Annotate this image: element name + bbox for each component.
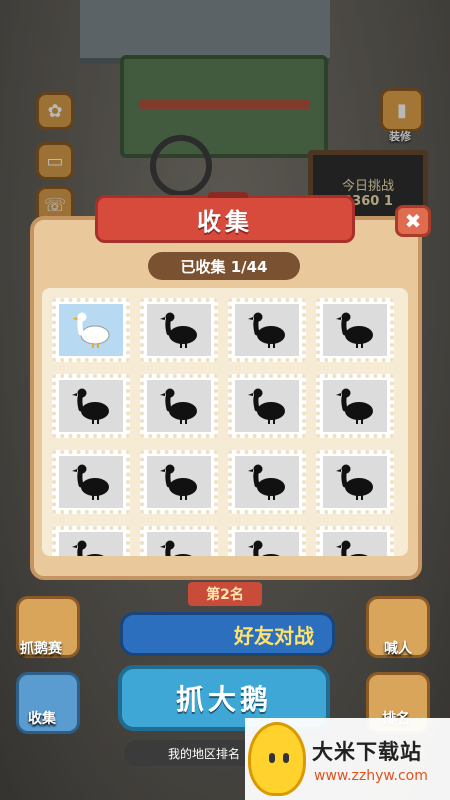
- stamp-locked-silhouette[interactable]: [52, 526, 130, 556]
- stamp-locked-silhouette[interactable]: [228, 374, 306, 438]
- goose-icon: [323, 456, 387, 508]
- watermark-url: www.zzhyw.com: [314, 768, 428, 784]
- collection-title: 收集: [95, 192, 355, 243]
- stamp-locked-silhouette[interactable]: [316, 374, 394, 438]
- stamp-locked-silhouette[interactable]: [140, 298, 218, 362]
- close-icon: ✖: [404, 209, 422, 233]
- collected-counter: 已收集 1/44: [148, 252, 300, 280]
- egg-logo-icon: [248, 722, 306, 796]
- rank-tag: 第2名: [188, 582, 262, 606]
- stamp-locked-silhouette[interactable]: [316, 298, 394, 362]
- friends-battle-button[interactable]: 好友对战: [120, 612, 335, 656]
- goose-icon: [59, 532, 123, 556]
- stamp-locked-silhouette[interactable]: [52, 450, 130, 514]
- invite-label: 喊人: [384, 641, 412, 657]
- stamp-locked-silhouette[interactable]: [316, 526, 394, 556]
- goose-icon: [235, 532, 299, 556]
- collection-grid[interactable]: [42, 288, 408, 556]
- stamp-locked-silhouette[interactable]: [228, 298, 306, 362]
- goose-icon: [323, 304, 387, 356]
- goose-icon: [235, 456, 299, 508]
- stamp-locked-silhouette[interactable]: [52, 374, 130, 438]
- goose-icon: [235, 304, 299, 356]
- goose-icon: [59, 456, 123, 508]
- goose-icon: [147, 380, 211, 432]
- stamp-locked-silhouette[interactable]: [140, 374, 218, 438]
- friends-battle-label: 好友对战: [234, 623, 314, 648]
- stamp-locked-silhouette[interactable]: [140, 450, 218, 514]
- goose-icon: [147, 532, 211, 556]
- stamp-locked-silhouette[interactable]: [140, 526, 218, 556]
- goose-icon: [323, 532, 387, 556]
- goose-icon: [235, 380, 299, 432]
- goose-icon: [59, 380, 123, 432]
- stamp-locked-silhouette[interactable]: [228, 526, 306, 556]
- goose-icon: [59, 304, 123, 356]
- close-button[interactable]: ✖: [395, 205, 431, 237]
- stamp-locked-silhouette[interactable]: [228, 450, 306, 514]
- stamp-unlocked-goose[interactable]: [52, 298, 130, 362]
- goose-icon: [323, 380, 387, 432]
- goose-race-label: 抓鹅赛: [20, 641, 62, 657]
- goose-icon: [147, 456, 211, 508]
- collection-label: 收集: [28, 711, 56, 727]
- stamp-locked-silhouette[interactable]: [316, 450, 394, 514]
- watermark-title: 大米下载站: [312, 740, 422, 764]
- goose-icon: [147, 304, 211, 356]
